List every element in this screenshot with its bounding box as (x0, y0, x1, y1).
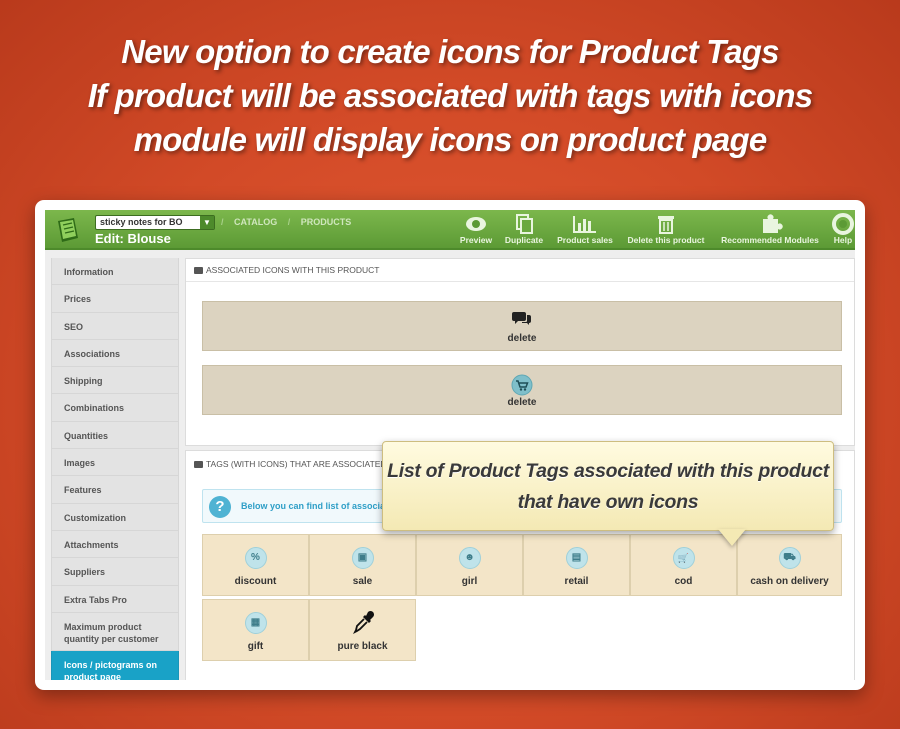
percent-icon: % (244, 547, 267, 569)
callout-arrow (718, 529, 746, 546)
product-sales-button[interactable]: Product sales (555, 213, 615, 245)
recommended-modules-label: Recommended Modules (721, 235, 819, 245)
cart-icon: 🛒 (672, 547, 695, 569)
tag-label: discount (234, 576, 277, 587)
tag-item[interactable]: ▤ retail (523, 534, 630, 596)
logo-icon (58, 218, 78, 242)
tag-label: cod (674, 576, 693, 587)
tags-heading-text: TAGS (WITH ICONS) THAT ARE ASSOCIATED WI… (206, 459, 405, 469)
delete-icon-button[interactable]: delete (203, 397, 841, 408)
tag-label: girl (461, 576, 478, 587)
sidebar-item-customization[interactable]: Customization (51, 503, 179, 531)
tag-item[interactable]: ▦ gift (202, 599, 309, 661)
breadcrumb-catalog[interactable]: CATALOG (234, 217, 277, 227)
associated-icons-heading: ASSOCIATED ICONS WITH THIS PRODUCT (186, 259, 854, 282)
gift-card-icon: ▦ (244, 612, 267, 634)
help-label: Help (833, 235, 853, 245)
tag-item[interactable]: ▣ sale (309, 534, 416, 596)
puzzle-icon (763, 214, 783, 233)
sidebar-item-prices[interactable]: Prices (51, 285, 179, 313)
page-title: Edit: Blouse (95, 231, 171, 246)
tag-label: sale (352, 576, 373, 587)
tag-label: gift (247, 641, 264, 652)
headline: New option to create icons for Product T… (0, 30, 900, 162)
register-icon: ▤ (565, 547, 588, 569)
headline-line-2: If product will be associated with tags … (87, 77, 813, 114)
callout-line-1: List of Product Tags associated with thi… (387, 460, 829, 482)
shop-select[interactable]: sticky notes for BO ▼ (95, 215, 215, 230)
sidebar-item-quantities[interactable]: Quantities (51, 421, 179, 450)
girl-icon: ☻ (458, 547, 481, 569)
associated-icon-item: delete (202, 301, 842, 351)
breadcrumb-products[interactable]: PRODUCTS (301, 217, 352, 227)
tag-item[interactable]: pure black (309, 599, 416, 661)
top-bar: sticky notes for BO ▼ / CATALOG / PRODUC… (45, 210, 855, 250)
chevron-down-icon: ▼ (200, 216, 214, 229)
preview-button[interactable]: Preview (458, 213, 494, 245)
sidebar-item-features[interactable]: Features (51, 476, 179, 504)
callout-line-2: that have own icons (517, 491, 699, 513)
headline-line-3: module will display icons on product pag… (133, 121, 768, 158)
info-text: Below you can find list of associat (241, 501, 389, 511)
lifebuoy-icon (832, 213, 854, 235)
eye-icon (466, 217, 486, 231)
tag-label: cash on delivery (750, 576, 829, 587)
sidebar-item-information[interactable]: Information (51, 258, 179, 286)
sidebar-item-attachments[interactable]: Attachments (51, 530, 179, 559)
copy-icon (516, 214, 533, 234)
sidebar-item-images[interactable]: Images (51, 449, 179, 477)
tag-item[interactable]: ☻ girl (416, 534, 523, 596)
delete-product-label: Delete this product (627, 235, 705, 245)
help-button[interactable]: Help (831, 213, 855, 245)
tag-label: pure black (337, 641, 388, 652)
sidebar-item-suppliers[interactable]: Suppliers (51, 558, 179, 586)
product-tabs-sidebar: Information Prices SEO Associations Ship… (51, 258, 179, 680)
cart-icon (511, 374, 533, 396)
tag-item[interactable]: % discount (202, 534, 309, 596)
truck-icon: ⛟ (778, 547, 801, 569)
bar-chart-icon (573, 216, 596, 233)
sidebar-item-combinations[interactable]: Combinations (51, 394, 179, 422)
sidebar-item-extra-tabs-pro[interactable]: Extra Tabs Pro (51, 585, 179, 613)
sidebar-item-shipping[interactable]: Shipping (51, 367, 179, 395)
associated-icon-item: delete (202, 365, 842, 415)
product-sales-label: Product sales (557, 235, 613, 245)
shop-select-value: sticky notes for BO (100, 217, 183, 227)
sidebar-item-max-quantity[interactable]: Maximum product quantity per customer (51, 612, 179, 651)
eyedropper-icon (353, 610, 375, 634)
recommended-modules-button[interactable]: Recommended Modules (718, 213, 822, 245)
associated-icons-panel: ASSOCIATED ICONS WITH THIS PRODUCT delet… (185, 258, 855, 446)
associated-icons-heading-text: ASSOCIATED ICONS WITH THIS PRODUCT (206, 265, 380, 275)
headline-line-1: New option to create icons for Product T… (121, 33, 779, 70)
comments-icon (512, 312, 531, 325)
duplicate-label: Duplicate (504, 235, 544, 245)
sidebar-item-seo[interactable]: SEO (51, 312, 179, 340)
trash-icon (658, 216, 674, 234)
folder-icon (194, 267, 203, 274)
breadcrumb: / CATALOG / PRODUCTS (221, 217, 352, 227)
duplicate-button[interactable]: Duplicate (503, 213, 545, 245)
callout-tooltip: List of Product Tags associated with thi… (382, 441, 834, 531)
sidebar-item-icons-pictograms[interactable]: Icons / pictograms on product page (51, 650, 179, 680)
delete-product-button[interactable]: Delete this product (624, 213, 708, 245)
tag-item[interactable]: ⛟ cash on delivery (737, 534, 842, 596)
preview-label: Preview (459, 235, 493, 245)
folder-icon (194, 461, 203, 468)
question-icon: ? (209, 496, 231, 518)
bag-icon: ▣ (351, 547, 374, 569)
delete-icon-button[interactable]: delete (203, 333, 841, 344)
sidebar-item-associations[interactable]: Associations (51, 339, 179, 368)
tag-label: retail (564, 576, 589, 587)
